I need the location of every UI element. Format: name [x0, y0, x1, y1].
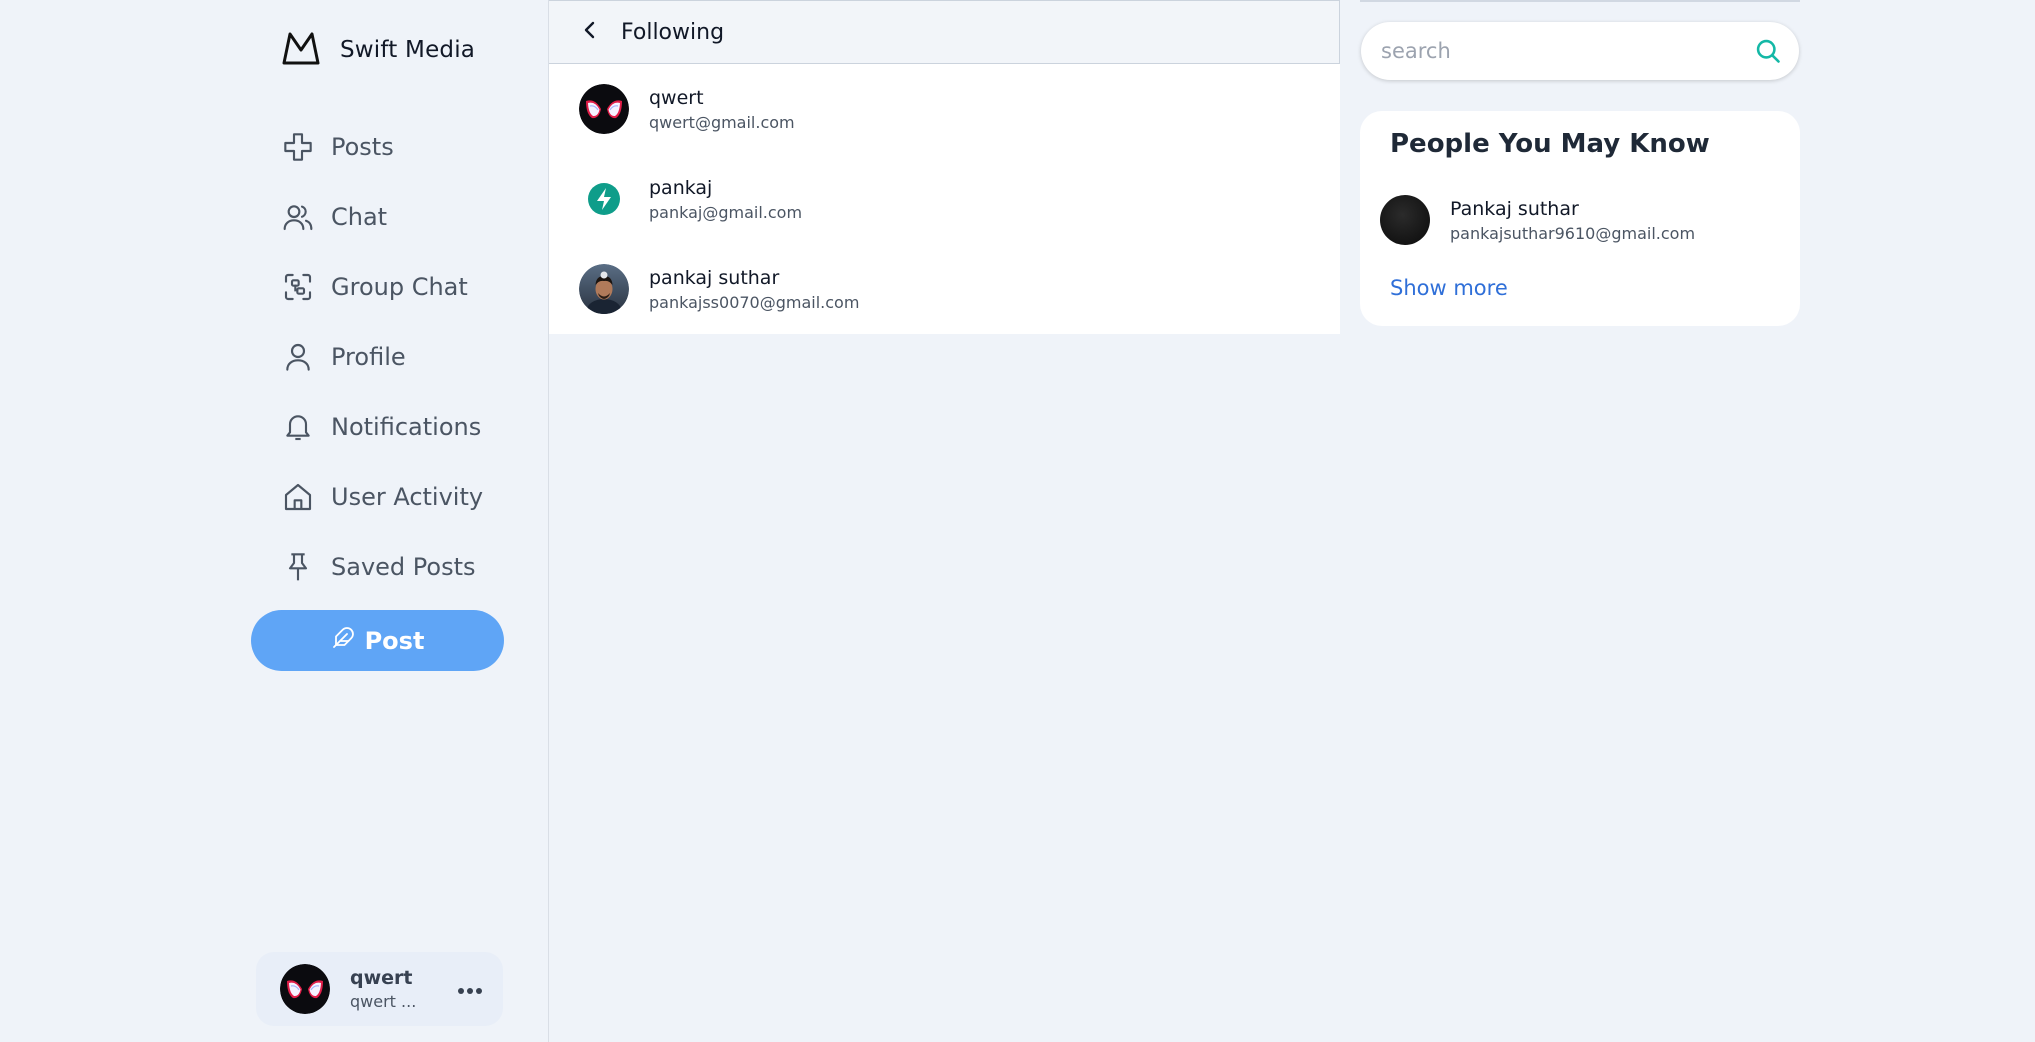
- post-button-label: Post: [364, 626, 425, 655]
- user-name: qwert: [649, 86, 704, 109]
- user-email: pankaj@gmail.com: [649, 202, 803, 222]
- user-name: pankaj suthar: [649, 266, 780, 289]
- list-item-text: qwert qwert@gmail.com: [649, 87, 795, 132]
- list-item[interactable]: pankaj suthar pankajss0070@gmail.com: [549, 244, 1340, 334]
- list-item[interactable]: qwert qwert@gmail.com: [549, 64, 1340, 154]
- sidebar-item-label: Profile: [331, 343, 406, 371]
- current-user-name: qwert: [350, 967, 413, 989]
- avatar: [579, 84, 629, 134]
- main-header: Following: [549, 0, 1340, 64]
- sidebar-item-group-chat[interactable]: Group Chat: [281, 252, 483, 322]
- back-button[interactable]: [575, 17, 605, 47]
- feather-icon: [331, 626, 355, 656]
- sidebar-item-label: Notifications: [331, 413, 482, 441]
- sidebar-item-saved-posts[interactable]: Saved Posts: [281, 532, 483, 602]
- list-item[interactable]: pankaj pankaj@gmail.com: [549, 154, 1340, 244]
- current-user-handle: qwert ...: [350, 992, 417, 1011]
- brand-name: Swift Media: [340, 37, 476, 63]
- sidebar-item-user-activity[interactable]: User Activity: [281, 462, 483, 532]
- sidebar-item-notifications[interactable]: Notifications: [281, 392, 483, 462]
- pin-icon: [281, 550, 315, 584]
- avatar: [280, 964, 330, 1014]
- sidebar-item-profile[interactable]: Profile: [281, 322, 483, 392]
- search-icon[interactable]: [1751, 34, 1785, 68]
- left-sidebar: Swift Media Posts Chat Group Chat Profil…: [0, 0, 549, 1042]
- user-email: qwert@gmail.com: [649, 112, 795, 132]
- plus-icon: [281, 130, 315, 164]
- avatar: [579, 264, 629, 314]
- group-scan-icon: [281, 270, 315, 304]
- user-icon: [281, 340, 315, 374]
- post-button[interactable]: Post: [251, 610, 504, 671]
- avatar: [579, 174, 629, 224]
- sidebar-item-label: Chat: [331, 203, 388, 231]
- search-input[interactable]: [1381, 39, 1751, 63]
- sidebar-nav: Posts Chat Group Chat Profile Notificati…: [281, 112, 483, 602]
- list-item-text: pankaj suthar pankajss0070@gmail.com: [649, 267, 859, 312]
- sidebar-item-label: Saved Posts: [331, 553, 476, 581]
- mountain-logo-icon: [282, 30, 320, 70]
- suggested-person[interactable]: Pankaj suthar pankajsuthar9610@gmail.com: [1380, 195, 1695, 245]
- sidebar-item-label: User Activity: [331, 483, 484, 511]
- users-icon: [281, 200, 315, 234]
- more-options-button[interactable]: [450, 974, 490, 1004]
- main-content: Following qwert qwert@gmail.com pankaj p…: [549, 0, 1340, 334]
- sidebar-item-label: Posts: [331, 133, 394, 161]
- bell-icon: [281, 410, 315, 444]
- search-bar: [1361, 22, 1799, 80]
- page-title: Following: [621, 19, 725, 45]
- sidebar-item-posts[interactable]: Posts: [281, 112, 483, 182]
- sidebar-item-chat[interactable]: Chat: [281, 182, 483, 252]
- home-icon: [281, 480, 315, 514]
- app-root: Swift Media Posts Chat Group Chat Profil…: [0, 0, 2035, 1042]
- current-user-info: qwert qwert ...: [350, 967, 450, 1011]
- following-list: qwert qwert@gmail.com pankaj pankaj@gmai…: [549, 64, 1340, 334]
- list-item-text: pankaj pankaj@gmail.com: [649, 177, 802, 222]
- sidebar-item-label: Group Chat: [331, 273, 468, 301]
- suggested-person-info: Pankaj suthar pankajsuthar9610@gmail.com: [1450, 198, 1695, 243]
- user-email: pankajss0070@gmail.com: [649, 292, 860, 312]
- chevron-left-icon: [580, 20, 600, 44]
- card-title: People You May Know: [1390, 129, 1710, 159]
- avatar: [1380, 195, 1430, 245]
- suggested-person-name: Pankaj suthar: [1450, 197, 1579, 220]
- more-horizontal-icon: [457, 980, 483, 999]
- suggested-person-email: pankajsuthar9610@gmail.com: [1450, 223, 1696, 243]
- brand[interactable]: Swift Media: [282, 30, 475, 70]
- current-user-card[interactable]: qwert qwert ...: [256, 952, 503, 1026]
- people-you-may-know-card: People You May Know Pankaj suthar pankaj…: [1360, 111, 1800, 326]
- show-more-link[interactable]: Show more: [1390, 276, 1508, 300]
- user-name: pankaj: [649, 176, 713, 199]
- divider: [1360, 0, 1800, 2]
